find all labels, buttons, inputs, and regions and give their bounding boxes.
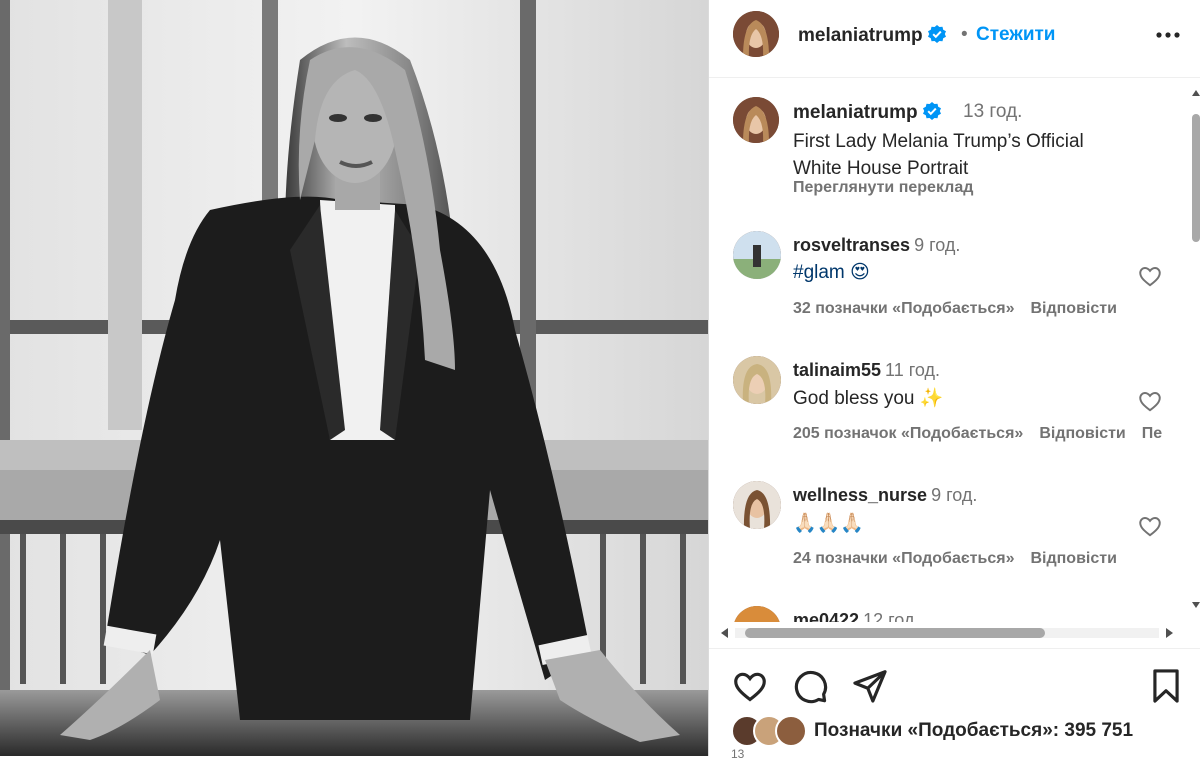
comment-like-icon[interactable] bbox=[1137, 513, 1163, 539]
comment-like-icon[interactable] bbox=[1137, 263, 1163, 289]
caption-username[interactable]: melaniatrump bbox=[793, 101, 942, 124]
commenter-avatar[interactable] bbox=[733, 356, 781, 404]
commenter-avatar[interactable] bbox=[733, 606, 781, 622]
author-avatar[interactable] bbox=[733, 11, 779, 57]
follow-button[interactable]: Стежити bbox=[976, 24, 1055, 46]
scroll-left-arrow-icon[interactable] bbox=[721, 628, 728, 638]
reply-button[interactable]: Відповісти bbox=[1039, 425, 1125, 442]
commenter-username[interactable]: wellness_nurse 9 год. bbox=[793, 485, 977, 506]
comment-text[interactable]: #glam 😍 bbox=[793, 261, 870, 284]
post-date: 13 bbox=[731, 747, 745, 761]
scroll-right-arrow-icon[interactable] bbox=[1166, 628, 1173, 638]
commenter-avatar[interactable] bbox=[733, 231, 781, 279]
reply-button[interactable]: Відповісти bbox=[1030, 550, 1116, 567]
caption-line-1: First Lady Melania Trump’s Official bbox=[793, 131, 1084, 152]
comments-vertical-scrollbar[interactable] bbox=[1191, 90, 1200, 608]
comment-likes[interactable]: 205 позначок «Подобається» bbox=[793, 425, 1023, 442]
comment-item: wellness_nurse 9 год. 🙏🏻🙏🏻🙏🏻 24 позначки … bbox=[709, 481, 1200, 607]
see-translation-link[interactable]: Переглянути переклад bbox=[793, 179, 973, 197]
likers-avatars[interactable] bbox=[731, 715, 811, 747]
comment-icon[interactable] bbox=[791, 667, 829, 705]
verified-badge-icon bbox=[927, 25, 946, 43]
post-header: melaniatrump • Стежити bbox=[709, 0, 1200, 78]
post-actions: Позначки «Подобається»: 395 751 13 bbox=[709, 648, 1200, 761]
comment-time[interactable]: 9 год. bbox=[931, 485, 977, 505]
comment-meta: 24 позначки «Подобається» Відповісти bbox=[793, 550, 1133, 568]
verified-badge-icon bbox=[922, 102, 941, 120]
commenter-username[interactable]: talinaim55 11 год. bbox=[793, 360, 940, 381]
caption-text: First Lady Melania Trump’s Official Whit… bbox=[793, 128, 1153, 182]
caption-avatar[interactable] bbox=[733, 97, 779, 143]
comment-item: rosveltranses 9 год. #glam 😍 32 позначки … bbox=[709, 231, 1200, 357]
author-username[interactable]: melaniatrump bbox=[798, 24, 947, 47]
liker-avatar bbox=[775, 715, 807, 747]
comment-item: talinaim55 11 год. God bless you ✨ 205 по… bbox=[709, 356, 1200, 482]
comment-text: God bless you ✨ bbox=[793, 388, 944, 409]
comment-meta: 32 позначки «Подобається» Відповісти bbox=[793, 300, 1133, 318]
commenter-avatar[interactable] bbox=[733, 481, 781, 529]
more-icon[interactable] bbox=[1153, 20, 1183, 50]
scroll-down-arrow-icon[interactable] bbox=[1192, 602, 1200, 608]
post-sidebar: melaniatrump • Стежити melaniatrump 13 г… bbox=[708, 0, 1200, 761]
header-separator: • bbox=[961, 24, 968, 45]
reply-button[interactable]: Відповісти bbox=[1030, 300, 1116, 317]
share-icon[interactable] bbox=[851, 667, 889, 705]
post-photo[interactable] bbox=[0, 0, 708, 756]
comment-meta: 205 позначок «Подобається» Відповісти Пе bbox=[793, 425, 1162, 443]
comment-like-icon[interactable] bbox=[1137, 388, 1163, 414]
scrollbar-thumb[interactable] bbox=[745, 628, 1045, 638]
comment-item: me0422 12 год. bbox=[709, 606, 1200, 622]
commenter-username[interactable]: rosveltranses 9 год. bbox=[793, 235, 960, 256]
scroll-up-arrow-icon[interactable] bbox=[1192, 90, 1200, 96]
caption-line-2: White House Portrait bbox=[793, 158, 969, 179]
comment-time[interactable]: 11 год. bbox=[885, 360, 940, 380]
commenter-username[interactable]: me0422 12 год. bbox=[793, 610, 919, 622]
comments-horizontal-scrollbar[interactable] bbox=[721, 626, 1173, 640]
heart-icon[interactable] bbox=[731, 667, 769, 705]
caption-time[interactable]: 13 год. bbox=[963, 101, 1022, 123]
comment-more-link[interactable]: Пе bbox=[1142, 425, 1162, 442]
scrollbar-thumb[interactable] bbox=[1192, 114, 1200, 242]
comment-likes[interactable]: 32 позначки «Подобається» bbox=[793, 300, 1014, 317]
comments-list[interactable]: melaniatrump 13 год. First Lady Melania … bbox=[709, 78, 1200, 622]
comment-time[interactable]: 9 год. bbox=[914, 235, 960, 255]
likes-count[interactable]: Позначки «Подобається»: 395 751 bbox=[814, 720, 1133, 742]
comment-likes[interactable]: 24 позначки «Подобається» bbox=[793, 550, 1014, 567]
comment-time[interactable]: 12 год. bbox=[863, 610, 919, 622]
comment-text: 🙏🏻🙏🏻🙏🏻 bbox=[793, 513, 864, 534]
bookmark-icon[interactable] bbox=[1147, 667, 1185, 705]
portrait-photo bbox=[0, 0, 708, 756]
